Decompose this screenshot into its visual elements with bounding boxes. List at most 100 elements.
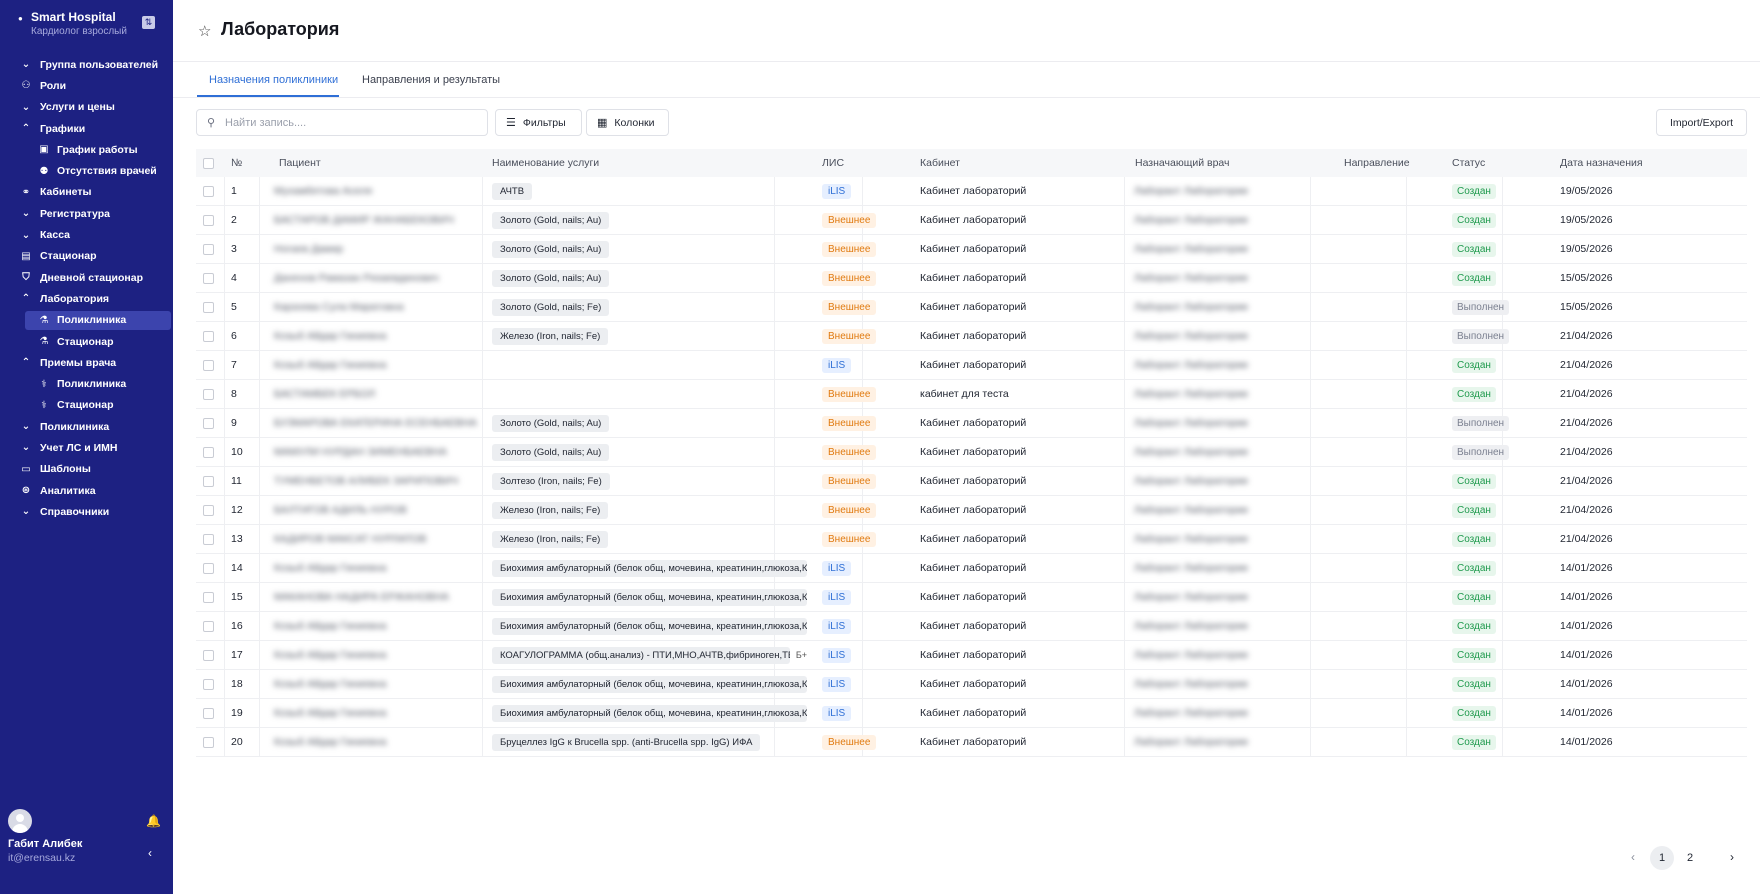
filters-button[interactable]: ☰ Фильтры — [495, 109, 582, 136]
search-input[interactable] — [225, 114, 480, 132]
sidebar-item[interactable]: ⌃ Графики — [0, 118, 173, 139]
patient-name[interactable]: ТУМЕНБЕТОВ АЛИБЕК ЗАРИПОВИЧ — [274, 467, 482, 495]
sidebar-item[interactable]: ▤ Стационар — [0, 246, 173, 267]
sidebar-item[interactable]: ⛉ Дневной стационар — [0, 267, 173, 288]
table-row[interactable]: 10 МАМУЛИ НУРДАН ЗИМЕНБАЕВНА Золото (Gol… — [196, 438, 1747, 467]
table-row[interactable]: 17 Козыб Айдар Гиниевна КОАГУЛОГРАММА (о… — [196, 641, 1747, 670]
row-checkbox[interactable] — [203, 214, 214, 226]
patient-name[interactable]: БАЛТИГОВ АДИЛЬ НУРОВ — [274, 496, 482, 524]
page-2-button[interactable]: 2 — [1678, 846, 1702, 870]
sidebar-item[interactable]: ⚕ Стационар — [0, 395, 173, 416]
sidebar-item[interactable]: ⌃ Приемы врача — [0, 352, 173, 373]
table-row[interactable]: 4 Даненов Рамазан Ризаевдинович Золото (… — [196, 264, 1747, 293]
sidebar-item[interactable]: ⚭ Кабинеты — [0, 182, 173, 203]
row-checkbox[interactable] — [203, 504, 214, 516]
patient-name[interactable]: МАКАНОВА НАДИРА ЕРЖАНОВНА — [274, 583, 482, 611]
import-export-button[interactable]: Import/Export — [1656, 109, 1747, 136]
table-row[interactable]: 2 БАСТАРОВ ДАМИР ЖАНАБЕКОВИЧ Золото (Gol… — [196, 206, 1747, 235]
columns-button[interactable]: ▦ Колонки — [586, 109, 669, 136]
avatar[interactable] — [8, 809, 32, 833]
star-icon[interactable]: ☆ — [198, 22, 211, 40]
table-row[interactable]: 5 Карзоева Сула Маратовна Золото (Gold, … — [196, 293, 1747, 322]
table-row[interactable]: 20 Козыб Айдар Гиниевна Бруцеллез IgG к … — [196, 728, 1747, 757]
row-checkbox[interactable] — [203, 707, 214, 719]
row-checkbox[interactable] — [203, 620, 214, 632]
sidebar-item[interactable]: ⌄ Регистратура — [0, 203, 173, 224]
lis-badge: Внешнее — [822, 734, 877, 750]
chevron-left-icon[interactable]: ‹ — [148, 846, 152, 860]
table-row[interactable]: 16 Козыб Айдар Гиниевна Биохимия амбулат… — [196, 612, 1747, 641]
select-all-checkbox[interactable] — [203, 157, 214, 169]
patient-name[interactable]: Козыб Айдар Гиниевна — [274, 322, 482, 350]
row-checkbox[interactable] — [203, 301, 214, 313]
table-row[interactable]: 13 КАДИРОВ МАКСАТ НУРЛАТОВ Железо (Iron,… — [196, 525, 1747, 554]
sidebar-item[interactable]: ⚕ Поликлиника — [0, 373, 173, 394]
page-1-button[interactable]: 1 — [1650, 846, 1674, 870]
row-checkbox[interactable] — [203, 330, 214, 342]
sidebar-item[interactable]: ⚗ Поликлиника — [0, 310, 173, 331]
patient-name[interactable]: Ногаев Дамир — [274, 235, 482, 263]
prev-page-icon[interactable]: ‹ — [1631, 850, 1635, 864]
patient-name[interactable]: Карзоева Сула Маратовна — [274, 293, 482, 321]
table-row[interactable]: 14 Козыб Айдар Гиниевна Биохимия амбулат… — [196, 554, 1747, 583]
row-checkbox[interactable] — [203, 649, 214, 661]
sidebar-item[interactable]: ⌃ Лаборатория — [0, 288, 173, 309]
sidebar-item[interactable]: ⌄ Услуги и цены — [0, 97, 173, 118]
row-checkbox[interactable] — [203, 359, 214, 371]
row-checkbox[interactable] — [203, 591, 214, 603]
patient-name[interactable]: Козыб Айдар Гиниевна — [274, 728, 482, 756]
table-row[interactable]: 19 Козыб Айдар Гиниевна Биохимия амбулат… — [196, 699, 1747, 728]
row-checkbox[interactable] — [203, 475, 214, 487]
patient-name[interactable]: Козыб Айдар Гиниевна — [274, 351, 482, 379]
sidebar-toggle-icon[interactable]: ⇅ — [142, 16, 155, 29]
sidebar-item[interactable]: ⚗ Стационар — [0, 331, 173, 352]
table-row[interactable]: 12 БАЛТИГОВ АДИЛЬ НУРОВ Железо (Iron, na… — [196, 496, 1747, 525]
table-row[interactable]: 9 БУЗМАРОВА ЕКАТЕРИНА ЕСЕНБАЕВНА Золото … — [196, 409, 1747, 438]
table-row[interactable]: 3 Ногаев Дамир Золото (Gold, nails; Au) … — [196, 235, 1747, 264]
sidebar-item[interactable]: ⌄ Справочники — [0, 501, 173, 522]
patient-name[interactable]: БАСТАМБЕК ЕРБОЛ — [274, 380, 482, 408]
sidebar-item[interactable]: ⌄ Поликлиника — [0, 416, 173, 437]
row-checkbox[interactable] — [203, 533, 214, 545]
patient-name[interactable]: Даненов Рамазан Ризаевдинович — [274, 264, 482, 292]
patient-name[interactable]: Козыб Айдар Гиниевна — [274, 641, 482, 669]
patient-name[interactable]: МАМУЛИ НУРДАН ЗИМЕНБАЕВНА — [274, 438, 482, 466]
sidebar-item[interactable]: ▭ Шаблоны — [0, 459, 173, 480]
row-checkbox[interactable] — [203, 388, 214, 400]
tab-polyclinic-appointments[interactable]: Назначения поликлиники — [209, 74, 338, 86]
patient-name[interactable]: Козыб Айдар Гиниевна — [274, 612, 482, 640]
table-row[interactable]: 8 БАСТАМБЕК ЕРБОЛ Внешнее кабинет для те… — [196, 380, 1747, 409]
table-row[interactable]: 18 Козыб Айдар Гиниевна Биохимия амбулат… — [196, 670, 1747, 699]
row-checkbox[interactable] — [203, 678, 214, 690]
bell-icon[interactable]: 🔔 — [146, 814, 161, 828]
table-row[interactable]: 1 Мухамбетова Аселя АЧТВ iLIS Кабинет ла… — [196, 177, 1747, 206]
tab-referrals-results[interactable]: Направления и результаты — [362, 74, 500, 86]
patient-name[interactable]: Козыб Айдар Гиниевна — [274, 554, 482, 582]
row-checkbox[interactable] — [203, 417, 214, 429]
patient-name[interactable]: Козыб Айдар Гиниевна — [274, 699, 482, 727]
sidebar-item[interactable]: ⌄ Касса — [0, 224, 173, 245]
sidebar-item[interactable]: ⌄ Группа пользователей — [0, 54, 173, 75]
row-checkbox[interactable] — [203, 736, 214, 748]
table-row[interactable]: 6 Козыб Айдар Гиниевна Железо (Iron, nai… — [196, 322, 1747, 351]
patient-name[interactable]: КАДИРОВ МАКСАТ НУРЛАТОВ — [274, 525, 482, 553]
row-checkbox[interactable] — [203, 446, 214, 458]
sidebar-item[interactable]: ⌄ Учет ЛС и ИМН — [0, 437, 173, 458]
sidebar-item[interactable]: ⚇ Роли — [0, 75, 173, 96]
table-row[interactable]: 15 МАКАНОВА НАДИРА ЕРЖАНОВНА Биохимия ам… — [196, 583, 1747, 612]
status-cell: Создан — [1452, 351, 1542, 379]
patient-name[interactable]: БАСТАРОВ ДАМИР ЖАНАБЕКОВИЧ — [274, 206, 482, 234]
sidebar-item[interactable]: ⊛ Аналитика — [0, 480, 173, 501]
table-row[interactable]: 7 Козыб Айдар Гиниевна iLIS Кабинет лабо… — [196, 351, 1747, 380]
row-checkbox[interactable] — [203, 562, 214, 574]
patient-name[interactable]: Мухамбетова Аселя — [274, 177, 482, 205]
patient-name[interactable]: Козыб Айдар Гиниевна — [274, 670, 482, 698]
sidebar-item[interactable]: ⚉ Отсутствия врачей — [0, 160, 173, 181]
next-page-icon[interactable]: › — [1730, 850, 1734, 864]
row-checkbox[interactable] — [203, 243, 214, 255]
patient-name[interactable]: БУЗМАРОВА ЕКАТЕРИНА ЕСЕНБАЕВНА — [274, 409, 482, 437]
sidebar-item[interactable]: ▣ График работы — [0, 139, 173, 160]
table-row[interactable]: 11 ТУМЕНБЕТОВ АЛИБЕК ЗАРИПОВИЧ Золтезо (… — [196, 467, 1747, 496]
row-checkbox[interactable] — [203, 272, 214, 284]
row-checkbox[interactable] — [203, 185, 214, 197]
